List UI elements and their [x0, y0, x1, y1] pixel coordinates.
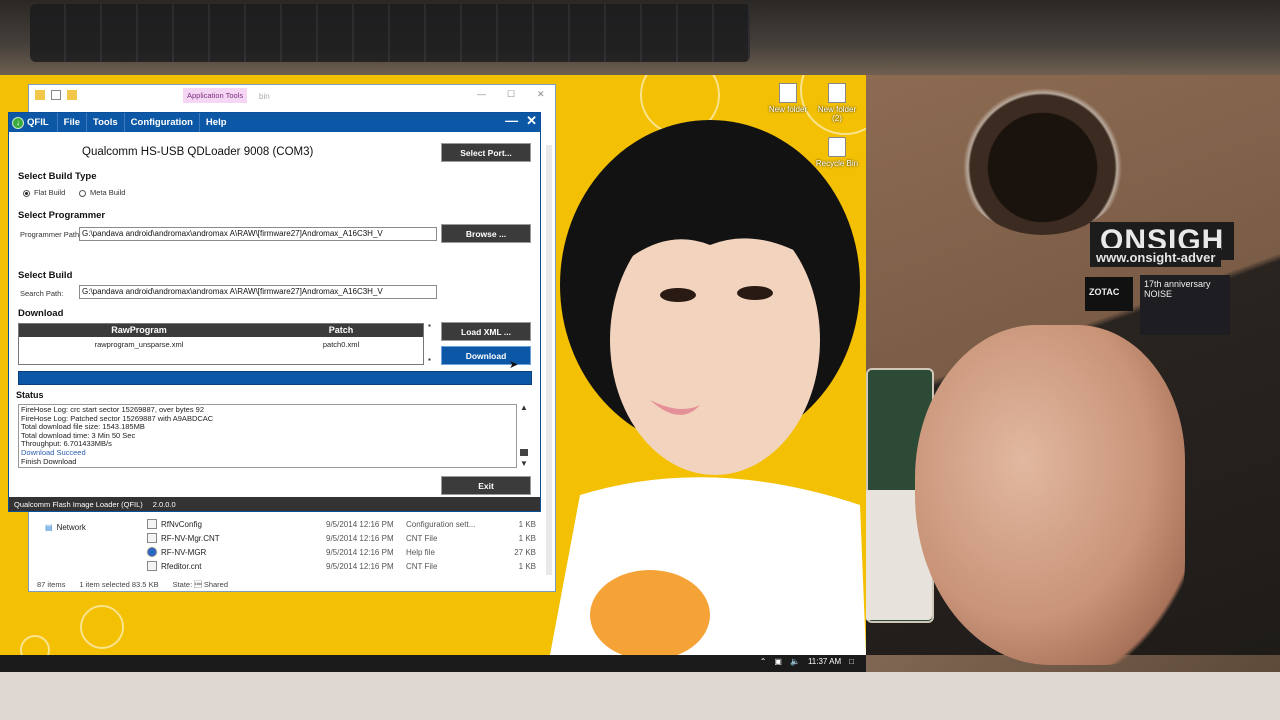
application-tools-tab[interactable]: Application Tools [183, 88, 248, 103]
keyboard [30, 4, 750, 62]
file-list: RfNvConfig 9/5/2014 12:16 PM Configurati… [29, 515, 557, 583]
radio-selected-icon [23, 189, 30, 197]
column-rawprogram: RawProgram [111, 325, 167, 335]
qfil-app-icon: ↓ [12, 116, 24, 129]
file-row[interactable]: RF-NV-MGR 9/5/2014 12:16 PM Help file 27… [147, 545, 547, 559]
menu-help[interactable]: Help [198, 113, 233, 132]
column-patch: Patch [328, 325, 354, 335]
file-row[interactable]: RF-NV-Mgr.CNT 9/5/2014 12:16 PM CNT File… [147, 531, 547, 545]
port-label: Qualcomm HS-USB QDLoader 9008 (COM3) [82, 146, 314, 158]
help-file-icon [147, 547, 157, 557]
explorer-statusbar: 87 items 1 item selected 83.5 KB State: … [37, 580, 229, 589]
system-tray: ⌃ ▣ 🔈 11:37 AM □ [760, 657, 854, 666]
qfil-window: ↓ QFIL File Tools Configuration Help — ✕… [8, 112, 541, 512]
file-icon [147, 533, 157, 543]
new-folder-icon[interactable] [67, 90, 77, 100]
scroll-thumb[interactable] [520, 449, 528, 456]
desk-background-bottom [0, 672, 1280, 720]
qfil-titlebar: ↓ QFIL File Tools Configuration Help — ✕ [9, 113, 540, 132]
maximize-icon[interactable]: ☐ [507, 89, 515, 100]
close-icon[interactable]: ✕ [537, 89, 545, 100]
scroll-down-icon[interactable]: ▼ [520, 459, 528, 468]
programmer-path-label: Programmer Path [20, 230, 80, 239]
search-path-label: Search Path: [20, 289, 64, 298]
menu-file[interactable]: File [56, 113, 86, 132]
build-type-title: Select Build Type [18, 171, 97, 182]
scroll-up-icon[interactable]: ▲ [520, 403, 528, 412]
volume-icon[interactable]: 🔈 [790, 657, 800, 666]
folder-icon [779, 83, 797, 103]
wallpaper-circle [80, 605, 124, 649]
status-title: Status [16, 390, 44, 400]
file-row[interactable]: Rfeditor.cnt 9/5/2014 12:16 PM CNT File … [147, 559, 547, 573]
download-table: RawProgram Patch rawprogram_unsparse.xml… [18, 323, 424, 365]
menu-configuration[interactable]: Configuration [123, 113, 199, 132]
programmer-path-input[interactable]: G:\pandava android\andromax\andromax A\R… [79, 227, 437, 241]
status-log[interactable]: FireHose Log: crc start sector 15269887,… [18, 404, 517, 468]
meta-build-radio[interactable]: Meta Build [79, 188, 125, 197]
programmer-title: Select Programmer [18, 210, 106, 221]
onsight-url: www.onsight-adver [1090, 248, 1222, 267]
folder-icon [828, 83, 846, 103]
select-build-title: Select Build [18, 270, 73, 281]
remove-row-icon[interactable]: ▪ [428, 355, 431, 364]
coffee-cup [955, 85, 1130, 235]
chevron-up-icon[interactable]: ⌃ [760, 657, 767, 666]
file-icon [147, 519, 157, 529]
add-row-icon[interactable]: ▪ [428, 321, 431, 330]
load-xml-button[interactable]: Load XML ... [441, 322, 531, 341]
properties-icon[interactable] [51, 90, 61, 100]
desk-background-top [0, 0, 1280, 75]
network-icon[interactable]: ▣ [774, 657, 782, 666]
desktop-icon-new-folder-2[interactable]: New folder (2) [812, 83, 862, 123]
menu-tools[interactable]: Tools [86, 113, 124, 132]
recycle-bin-icon [828, 137, 846, 157]
windows-watermark: Test Mode Windows 10 Pro Build 170317-18… [794, 624, 862, 653]
table-header: RawProgram Patch [19, 324, 423, 337]
exit-button[interactable]: Exit [441, 476, 531, 495]
close-icon[interactable]: ✕ [526, 113, 537, 129]
hand-with-tweezers [915, 325, 1185, 665]
explorer-scrollbar[interactable] [546, 145, 552, 575]
table-row[interactable]: rawprogram_unsparse.xml patch0.xml [19, 337, 423, 351]
browse-button[interactable]: Browse ... [441, 224, 531, 243]
minimize-icon[interactable]: — [477, 89, 486, 99]
file-icon [147, 561, 157, 571]
zotac-sticker: ZOTAC [1085, 277, 1133, 311]
clock[interactable]: 11:37 AM [808, 657, 841, 666]
search-path-input[interactable]: G:\pandava android\andromax\andromax A\R… [79, 285, 437, 299]
desktop-icon-new-folder[interactable]: New folder [763, 83, 813, 114]
qfil-logo: ↓ QFIL [9, 116, 57, 129]
select-port-button[interactable]: Select Port... [441, 143, 531, 162]
radio-empty-icon [79, 189, 86, 197]
noise-sticker: 17th anniversary NOISE [1140, 275, 1230, 335]
download-progress-bar [18, 371, 532, 385]
desktop-icon-recycle-bin[interactable]: Recycle Bin [812, 137, 862, 168]
flat-build-radio[interactable]: Flat Build [23, 188, 65, 197]
download-title: Download [18, 308, 64, 319]
explorer-title: bin [259, 92, 270, 101]
notifications-icon[interactable]: □ [849, 657, 854, 666]
folder-icon [35, 90, 45, 100]
minimize-icon[interactable]: — [505, 113, 518, 129]
taskbar: ⌃ ▣ 🔈 11:37 AM □ [0, 655, 866, 672]
file-row[interactable]: RfNvConfig 9/5/2014 12:16 PM Configurati… [147, 517, 547, 531]
qfil-footer: Qualcomm Flash Image Loader (QFIL) 2.0.0… [9, 497, 540, 511]
mouse-cursor-icon: ➤ [509, 359, 519, 371]
